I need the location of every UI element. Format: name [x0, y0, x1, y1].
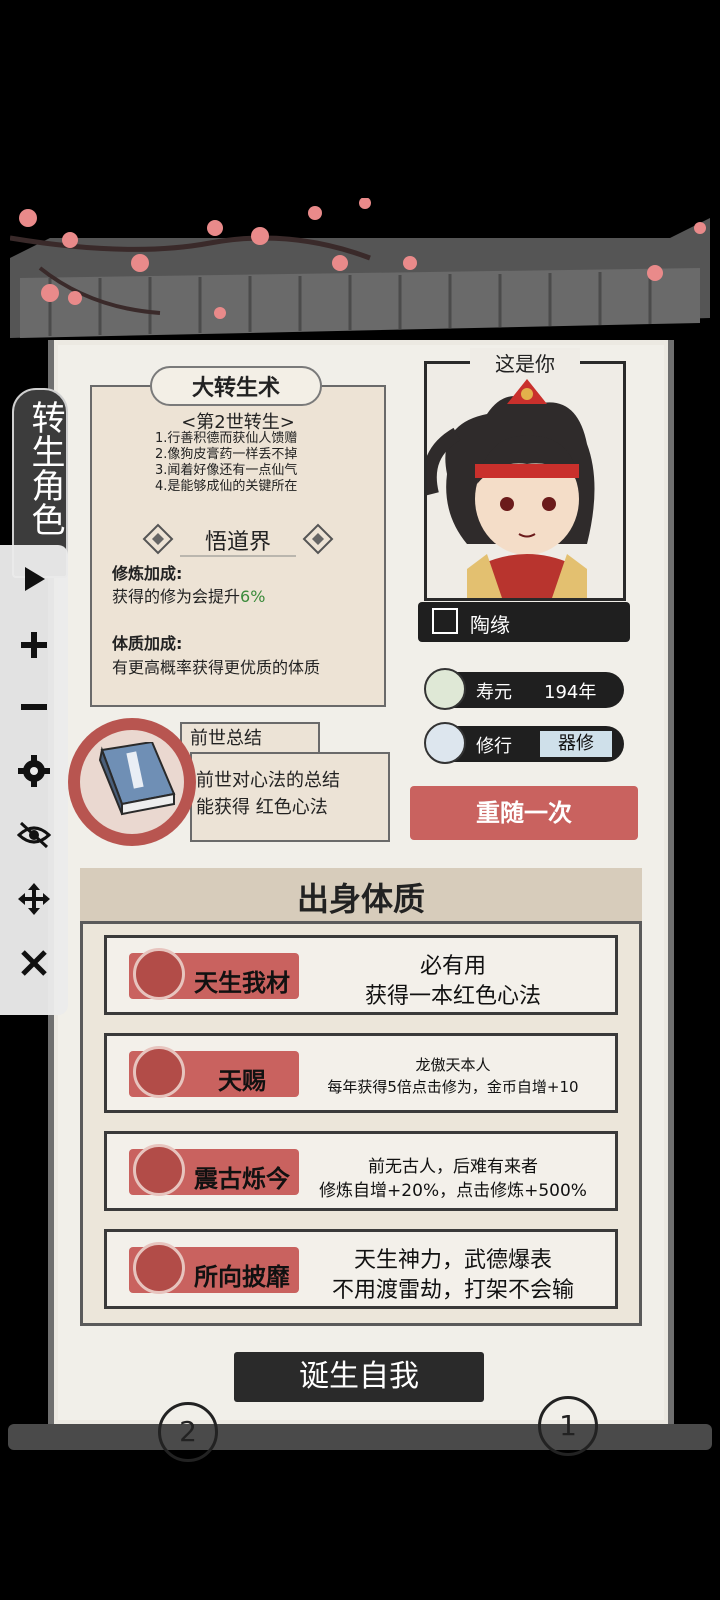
- play-icon: [25, 567, 45, 591]
- physique-bonus-label: 体质加成:: [112, 634, 183, 653]
- character-avatar: [422, 379, 595, 598]
- reroll-button[interactable]: 重随一次: [410, 786, 638, 840]
- practice-label: 修行: [476, 736, 512, 757]
- scroll-icon: [133, 1144, 185, 1196]
- zoom-out-button[interactable]: [0, 679, 68, 735]
- move-button[interactable]: [0, 871, 68, 927]
- technique-line: 1.行善积德而获仙人馈赠: [155, 431, 298, 446]
- cultivation-bonus-text: 获得的修为会提升6%: [112, 587, 266, 606]
- roof-decoration: [10, 198, 710, 338]
- you-label: 这是你: [470, 348, 580, 377]
- origin-title: 出身体质: [296, 880, 425, 918]
- cultivation-bonus-label: 修炼加成:: [112, 564, 183, 583]
- move-icon: [18, 883, 50, 915]
- trait-desc-line-2: 修炼自增+20%，点击修炼+500%: [319, 1181, 587, 1201]
- page-marker-right[interactable]: 1: [538, 1396, 598, 1456]
- technique-line: 2.像狗皮膏药一样丢不掉: [155, 447, 298, 462]
- trait-name: 所向披靡: [194, 1263, 290, 1291]
- character-name: 陶缘: [470, 613, 510, 637]
- technique-line: 4.是能够成仙的关键所在: [155, 479, 298, 494]
- summary-line-1: 前世对心法的总结: [196, 770, 340, 791]
- zoom-in-button[interactable]: [0, 617, 68, 673]
- trait-desc-line-1: 天生神力，武德爆表: [353, 1248, 552, 1273]
- gear-icon: [18, 755, 50, 787]
- minus-icon: [21, 704, 47, 710]
- trait-desc-line-2: 每年获得5倍点击修为，金币自增+10: [327, 1078, 579, 1096]
- close-button[interactable]: [0, 935, 68, 991]
- page-marker-left[interactable]: 2: [158, 1402, 218, 1462]
- summary-tab-label: 前世总结: [190, 728, 262, 749]
- scroll-icon: [133, 1046, 185, 1098]
- physique-bonus-text: 有更高概率获得更优质的体质: [112, 658, 321, 677]
- floating-toolbar: [0, 545, 68, 1015]
- trait-desc-line-1: 必有用: [419, 954, 486, 979]
- eye-off-icon: [17, 821, 51, 849]
- book-icon: [98, 742, 176, 816]
- trait-name: 天赐: [218, 1067, 266, 1095]
- hide-button[interactable]: [0, 807, 68, 863]
- trait-card[interactable]: 所向披靡 天生神力，武德爆表 不用渡雷劫，打架不会输: [104, 1229, 618, 1309]
- trait-card[interactable]: 震古烁今 前无古人，后难有来者 修炼自增+20%，点击修炼+500%: [104, 1131, 618, 1211]
- technique-title: 大转生术: [191, 376, 280, 401]
- rebirth-character-label: 转生角色: [25, 400, 65, 536]
- trait-desc-line-1: 龙傲天本人: [415, 1056, 491, 1074]
- portrait-frame: [422, 361, 626, 601]
- meditation-icon: [424, 722, 466, 764]
- lifespan-value: 194年: [544, 682, 597, 703]
- trait-card[interactable]: 天赐 龙傲天本人 每年获得5倍点击修为，金币自增+10: [104, 1033, 618, 1113]
- plus-icon: [21, 632, 47, 658]
- play-button[interactable]: [0, 551, 68, 607]
- practice-bar: 修行 器修: [424, 722, 624, 764]
- edit-icon[interactable]: [432, 608, 458, 634]
- scroll-rod: [8, 1424, 712, 1450]
- settings-button[interactable]: [0, 743, 68, 799]
- leaf-icon: [424, 668, 466, 710]
- lifespan-bar: 寿元 194年: [424, 668, 624, 710]
- character-name-plate[interactable]: 陶缘: [418, 602, 630, 642]
- trait-desc-line-2: 不用渡雷劫，打架不会输: [331, 1278, 574, 1303]
- trait-desc-line-2: 获得一本红色心法: [364, 984, 541, 1009]
- trait-name: 天生我材: [194, 969, 290, 997]
- practice-value: 器修: [540, 731, 612, 757]
- trait-desc-line-1: 前无古人，后难有来者: [368, 1157, 538, 1177]
- birth-button[interactable]: 诞生自我: [234, 1352, 484, 1402]
- trait-card[interactable]: 天生我材 必有用 获得一本红色心法: [104, 935, 618, 1015]
- fist-icon: [133, 1242, 185, 1294]
- close-icon: [21, 950, 47, 976]
- technique-line: 3.闻着好像还有一点仙气: [155, 463, 298, 478]
- summary-line-2: 能获得 红色心法: [196, 797, 328, 818]
- cultivation-bonus-value: 6%: [240, 587, 266, 606]
- technique-lines: 1.行善积德而获仙人馈赠 2.像狗皮膏药一样丢不掉 3.闻着好像还有一点仙气 4…: [155, 431, 375, 495]
- trait-name: 震古烁今: [194, 1165, 290, 1193]
- realm-name: 悟道界: [204, 530, 271, 555]
- lifespan-label: 寿元: [476, 682, 512, 703]
- scroll-icon: [133, 948, 185, 1000]
